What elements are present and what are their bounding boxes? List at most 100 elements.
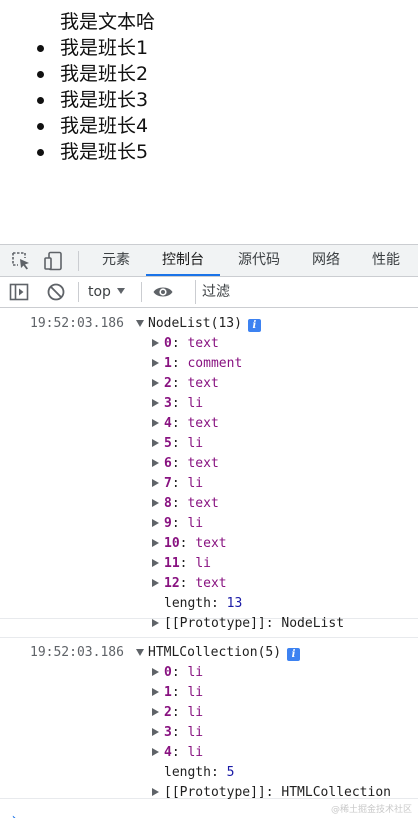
tab-console[interactable]: 控制台 — [146, 245, 220, 276]
collapsed-triangle-icon[interactable] — [152, 339, 159, 347]
collapsed-triangle-icon[interactable] — [152, 379, 159, 387]
collapsed-triangle-icon[interactable] — [152, 708, 159, 716]
tree-item[interactable]: 5: li — [0, 434, 418, 454]
property-value: li — [187, 725, 204, 740]
property-key: 11 — [164, 556, 180, 571]
collapsed-triangle-icon[interactable] — [152, 748, 159, 756]
tree-item[interactable]: 12: text — [0, 574, 418, 594]
collapsed-triangle-icon[interactable] — [152, 668, 159, 676]
property-value: li — [187, 436, 204, 451]
devtools-panel: 元素 控制台 源代码 网络 性能 top 过滤 19:52:03.186 Nod… — [0, 244, 418, 818]
property: 10: text — [164, 536, 227, 551]
console-sidebar-icon[interactable] — [8, 281, 30, 303]
collapsed-triangle-icon[interactable] — [152, 479, 159, 487]
chevron-down-icon — [116, 288, 125, 294]
collapsed-triangle-icon[interactable] — [152, 519, 159, 527]
property-key: 4 — [164, 416, 172, 431]
tree-item[interactable]: 2: text — [0, 374, 418, 394]
property-value: HTMLCollection — [281, 785, 391, 800]
property-key: 0 — [164, 665, 172, 680]
tree-item[interactable]: 4: text — [0, 414, 418, 434]
info-icon[interactable]: i — [247, 319, 261, 332]
property: 12: text — [164, 576, 227, 591]
list-item: 我是班长4 — [0, 113, 148, 139]
tree-item[interactable]: 8: text — [0, 494, 418, 514]
property-value: NodeList — [281, 616, 345, 631]
property-key: 12 — [164, 576, 180, 591]
tree-item[interactable]: 0: li — [0, 663, 418, 683]
collapsed-triangle-icon[interactable] — [152, 399, 159, 407]
device-toolbar-icon[interactable] — [43, 250, 65, 272]
property: 4: text — [164, 416, 219, 431]
expanded-triangle-icon[interactable] — [136, 320, 144, 327]
expanded-triangle-icon[interactable] — [136, 649, 144, 656]
collapsed-triangle-icon[interactable] — [152, 688, 159, 696]
clear-console-icon[interactable] — [45, 281, 67, 303]
collapsed-triangle-icon[interactable] — [152, 419, 159, 427]
length-row: length: 13 — [0, 594, 418, 614]
page-text-node: 我是文本哈 — [60, 11, 156, 33]
console-prompt-icon[interactable]: › — [10, 811, 18, 818]
collapsed-triangle-icon[interactable] — [152, 539, 159, 547]
tree-item[interactable]: 1: comment — [0, 354, 418, 374]
collapsed-triangle-icon[interactable] — [152, 579, 159, 587]
property: 11: li — [164, 556, 211, 571]
property: 5: li — [164, 436, 204, 451]
tree-item[interactable]: 6: text — [0, 454, 418, 474]
devtools-tabbar: 元素 控制台 源代码 网络 性能 — [0, 245, 418, 277]
property-key: 0 — [164, 336, 172, 351]
tree-item[interactable]: 3: li — [0, 394, 418, 414]
tree-item[interactable]: 9: li — [0, 514, 418, 534]
collapsed-triangle-icon[interactable] — [152, 499, 159, 507]
property: 0: text — [164, 336, 219, 351]
property-value: li — [187, 705, 204, 720]
property: 2: text — [164, 376, 219, 391]
property: length: 13 — [164, 596, 243, 611]
tree-item[interactable]: 0: text — [0, 334, 418, 354]
tab-performance[interactable]: 性能 — [358, 245, 414, 276]
tree-item[interactable]: 1: li — [0, 683, 418, 703]
tree-item[interactable]: 4: li — [0, 743, 418, 763]
property-key: 5 — [164, 436, 172, 451]
tree-item[interactable]: 10: text — [0, 534, 418, 554]
prototype-row[interactable]: [[Prototype]]: NodeList — [0, 614, 418, 634]
tab-elements[interactable]: 元素 — [88, 245, 144, 276]
prototype-row[interactable]: [[Prototype]]: HTMLCollection — [0, 783, 418, 803]
inspect-element-icon[interactable] — [10, 250, 32, 272]
collapsed-triangle-icon[interactable] — [152, 439, 159, 447]
collapsed-triangle-icon[interactable] — [152, 359, 159, 367]
collapsed-triangle-icon[interactable] — [152, 559, 159, 567]
info-icon[interactable]: i — [287, 648, 301, 661]
tab-sources[interactable]: 源代码 — [224, 245, 294, 276]
context-selector[interactable]: top — [88, 281, 125, 303]
tree-item[interactable]: 3: li — [0, 723, 418, 743]
message-header[interactable]: 19:52:03.186 HTMLCollection(5) i — [0, 643, 418, 663]
console-message: 19:52:03.186 HTMLCollection(5) i 0: li 1:… — [0, 637, 418, 800]
message-header[interactable]: 19:52:03.186 NodeList(13) i — [0, 314, 418, 334]
tree-item[interactable]: 2: li — [0, 703, 418, 723]
property-value: li — [195, 556, 211, 571]
property-value: text — [187, 496, 219, 511]
toolbar-divider — [141, 282, 142, 302]
tree-item[interactable]: 7: li — [0, 474, 418, 494]
object-title-text: HTMLCollection(5) — [148, 645, 282, 660]
live-expression-icon[interactable] — [152, 281, 174, 303]
message-timestamp: 19:52:03.186 — [30, 316, 124, 331]
tab-network[interactable]: 网络 — [298, 245, 354, 276]
collapsed-triangle-icon[interactable] — [152, 459, 159, 467]
collapsed-triangle-icon[interactable] — [152, 788, 159, 796]
collapsed-triangle-icon[interactable] — [152, 728, 159, 736]
property-key: 7 — [164, 476, 172, 491]
property-value: 13 — [226, 596, 243, 611]
property-key: [[Prototype]] — [164, 785, 266, 800]
console-toolbar: top — [0, 277, 418, 308]
tree-item[interactable]: 11: li — [0, 554, 418, 574]
filter-input[interactable] — [195, 280, 418, 304]
property: 2: li — [164, 705, 204, 720]
collapsed-triangle-icon[interactable] — [152, 619, 159, 627]
property: 9: li — [164, 516, 204, 531]
property-value: text — [187, 416, 219, 431]
tabbar-divider — [78, 251, 79, 271]
property-key: 3 — [164, 725, 172, 740]
property: 6: text — [164, 456, 219, 471]
